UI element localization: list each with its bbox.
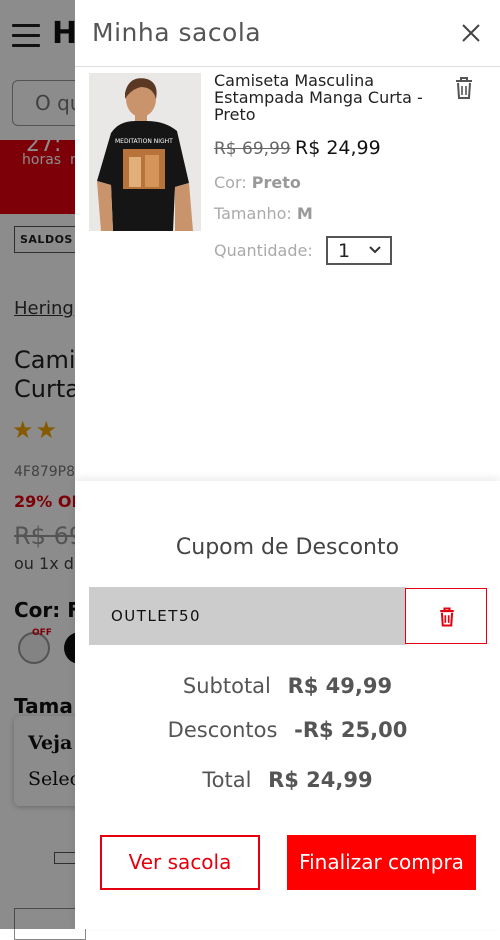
view-bag-button[interactable]: Ver sacola (100, 835, 260, 890)
quantity-select[interactable]: 1 (326, 236, 392, 265)
checkout-button[interactable]: Finalizar compra (287, 835, 476, 890)
coupon-title: Cupom de Desconto (175, 535, 400, 560)
bag-drawer: Minha sacola MEDITATION NIGHT Camiseta M… (75, 0, 500, 929)
item-color-value: Preto (251, 173, 301, 192)
quantity-label: Quantidade: (214, 241, 313, 260)
coupon-field[interactable]: OUTLET50 (89, 587, 406, 645)
discount-row: Descontos -R$ 25,00 (75, 718, 500, 742)
item-old-price: R$ 69,99 (214, 139, 291, 159)
close-icon[interactable] (456, 18, 486, 48)
subtotal-row: Subtotal R$ 49,99 (75, 674, 500, 698)
item-size-value: M (296, 204, 313, 223)
bag-summary: Cupom de Desconto OUTLET50 Subtotal R$ 4… (75, 481, 500, 929)
item-size: Tamanho: M (214, 204, 313, 223)
trash-icon (440, 607, 454, 627)
remove-coupon-button[interactable] (405, 588, 487, 644)
quantity-value: 1 (338, 240, 351, 262)
chevron-down-icon (369, 246, 381, 254)
subtotal-label: Subtotal (182, 674, 271, 698)
trash-icon[interactable] (452, 75, 476, 101)
subtotal-value: R$ 49,99 (287, 674, 393, 698)
item-size-label: Tamanho: (214, 204, 292, 223)
discount-value: -R$ 25,00 (294, 718, 408, 742)
item-name[interactable]: Camiseta Masculina Estampada Manga Curta… (214, 72, 434, 123)
drawer-title: Minha sacola (92, 18, 262, 47)
item-color: Cor: Preto (214, 173, 301, 192)
discount-label: Descontos (167, 718, 278, 742)
total-value: R$ 24,99 (268, 768, 373, 792)
thumbnail-print-text: MEDITATION NIGHT (115, 138, 173, 145)
product-thumbnail[interactable]: MEDITATION NIGHT (89, 73, 201, 231)
item-color-label: Cor: (214, 173, 247, 192)
drawer-header: Minha sacola (75, 0, 500, 67)
total-row: Total R$ 24,99 (75, 768, 500, 792)
total-label: Total (202, 768, 252, 792)
item-price: R$ 24,99 (295, 137, 381, 159)
